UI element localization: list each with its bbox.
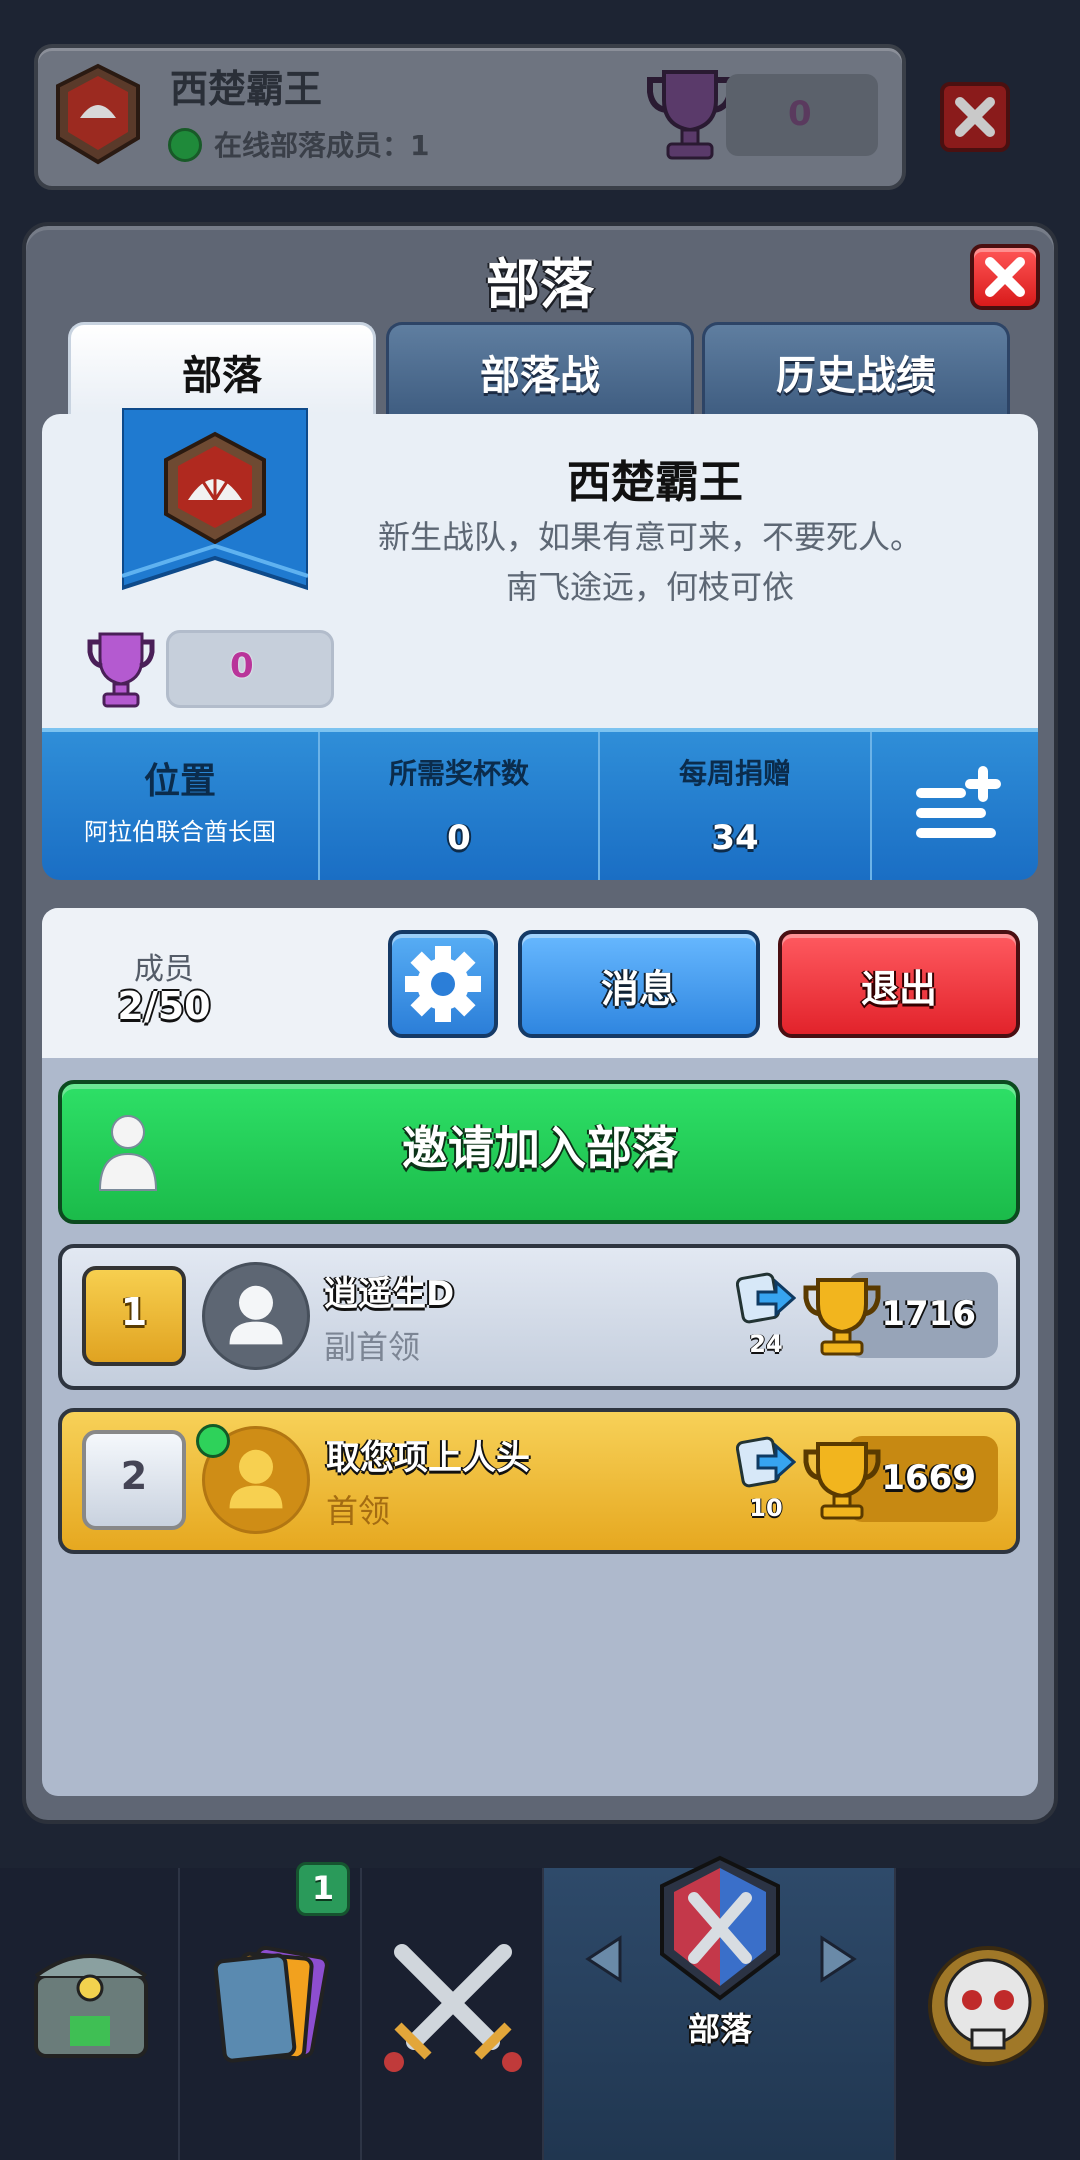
crossed-swords-icon (384, 1944, 522, 2072)
nav-battle[interactable] (362, 1868, 544, 2160)
member-name: 取您项上人头 (326, 1438, 530, 1478)
top-clan-name: 西楚霸王 (170, 67, 323, 111)
donation-icon (736, 1436, 796, 1488)
member-role: 首领 (326, 1492, 391, 1530)
gear-icon (405, 946, 481, 1022)
filter-menu-icon[interactable] (910, 760, 1010, 850)
member-donations: 24 (749, 1330, 783, 1358)
member-rank: 2 (82, 1430, 186, 1530)
settings-button[interactable] (388, 930, 498, 1038)
location-label: 位置 (143, 761, 216, 802)
skull-icon (928, 1946, 1048, 2066)
donation-icon (736, 1272, 796, 1324)
nav-shop[interactable] (0, 1868, 180, 2160)
member-name: 逍遥生D (324, 1274, 455, 1314)
avatar (202, 1262, 310, 1370)
clan-trophy-count: 0 (230, 646, 254, 686)
trophy-icon (803, 1278, 881, 1356)
tab-clan[interactable]: 部落 (68, 322, 376, 418)
online-indicator-icon (196, 1424, 230, 1458)
nav-clan-label: 部落 (687, 2010, 752, 2048)
person-icon (98, 1115, 158, 1191)
required-trophies-value: 0 (447, 818, 471, 858)
members-label: 成员 (134, 952, 194, 987)
nav-events[interactable] (896, 1868, 1080, 2160)
top-trophy-count: 0 (788, 94, 812, 134)
clan-shield-icon (660, 1855, 780, 2001)
required-trophies-label: 所需奖杯数 (388, 757, 529, 790)
close-icon (985, 257, 1025, 297)
message-button[interactable]: 消息 (518, 930, 760, 1038)
members-count: 2/50 (117, 984, 211, 1028)
close-button[interactable] (970, 244, 1040, 310)
clan-description: 新生战队，如果有意可来，不要死人。 南飞途远，何枝可依 (340, 512, 960, 612)
member-rank: 1 (82, 1266, 186, 1366)
online-members-text: 在线部落成员：1 (214, 129, 430, 162)
clan-description-line-1: 新生战队，如果有意可来，不要死人。 (377, 518, 922, 556)
exit-button[interactable]: 退出 (778, 930, 1020, 1038)
tab-history[interactable]: 历史战绩 (702, 322, 1010, 418)
online-indicator-icon (168, 128, 202, 162)
trophy-icon (803, 1442, 881, 1520)
member-donations: 10 (749, 1494, 783, 1522)
weekly-donations-value: 34 (711, 818, 759, 858)
stats-divider (870, 732, 872, 880)
cards-notification-badge: 1 (296, 1862, 350, 1916)
treasure-chest-icon (34, 1954, 148, 2058)
trophy-icon (87, 632, 155, 708)
trophy-icon (647, 70, 733, 160)
panel-title: 部落 (486, 253, 594, 316)
invite-button-label: 邀请加入部落 (402, 1121, 678, 1175)
person-icon (229, 1285, 283, 1345)
clan-banner-icon (122, 408, 308, 591)
weekly-donations-label: 每周捐赠 (678, 757, 791, 790)
arrow-right-icon[interactable] (818, 1934, 858, 1984)
location-value: 阿拉伯联合酋长国 (84, 818, 276, 846)
cards-icon (213, 1945, 329, 2063)
top-close-button[interactable] (940, 82, 1010, 152)
clan-name: 西楚霸王 (567, 457, 743, 508)
member-role: 副首领 (324, 1328, 421, 1366)
arrow-left-icon[interactable] (584, 1934, 624, 1984)
clan-description-line-2: 南飞途远，何枝可依 (505, 568, 794, 606)
close-icon (955, 97, 995, 137)
clan-badge-icon (56, 63, 140, 165)
tab-clan-war[interactable]: 部落战 (386, 322, 694, 418)
